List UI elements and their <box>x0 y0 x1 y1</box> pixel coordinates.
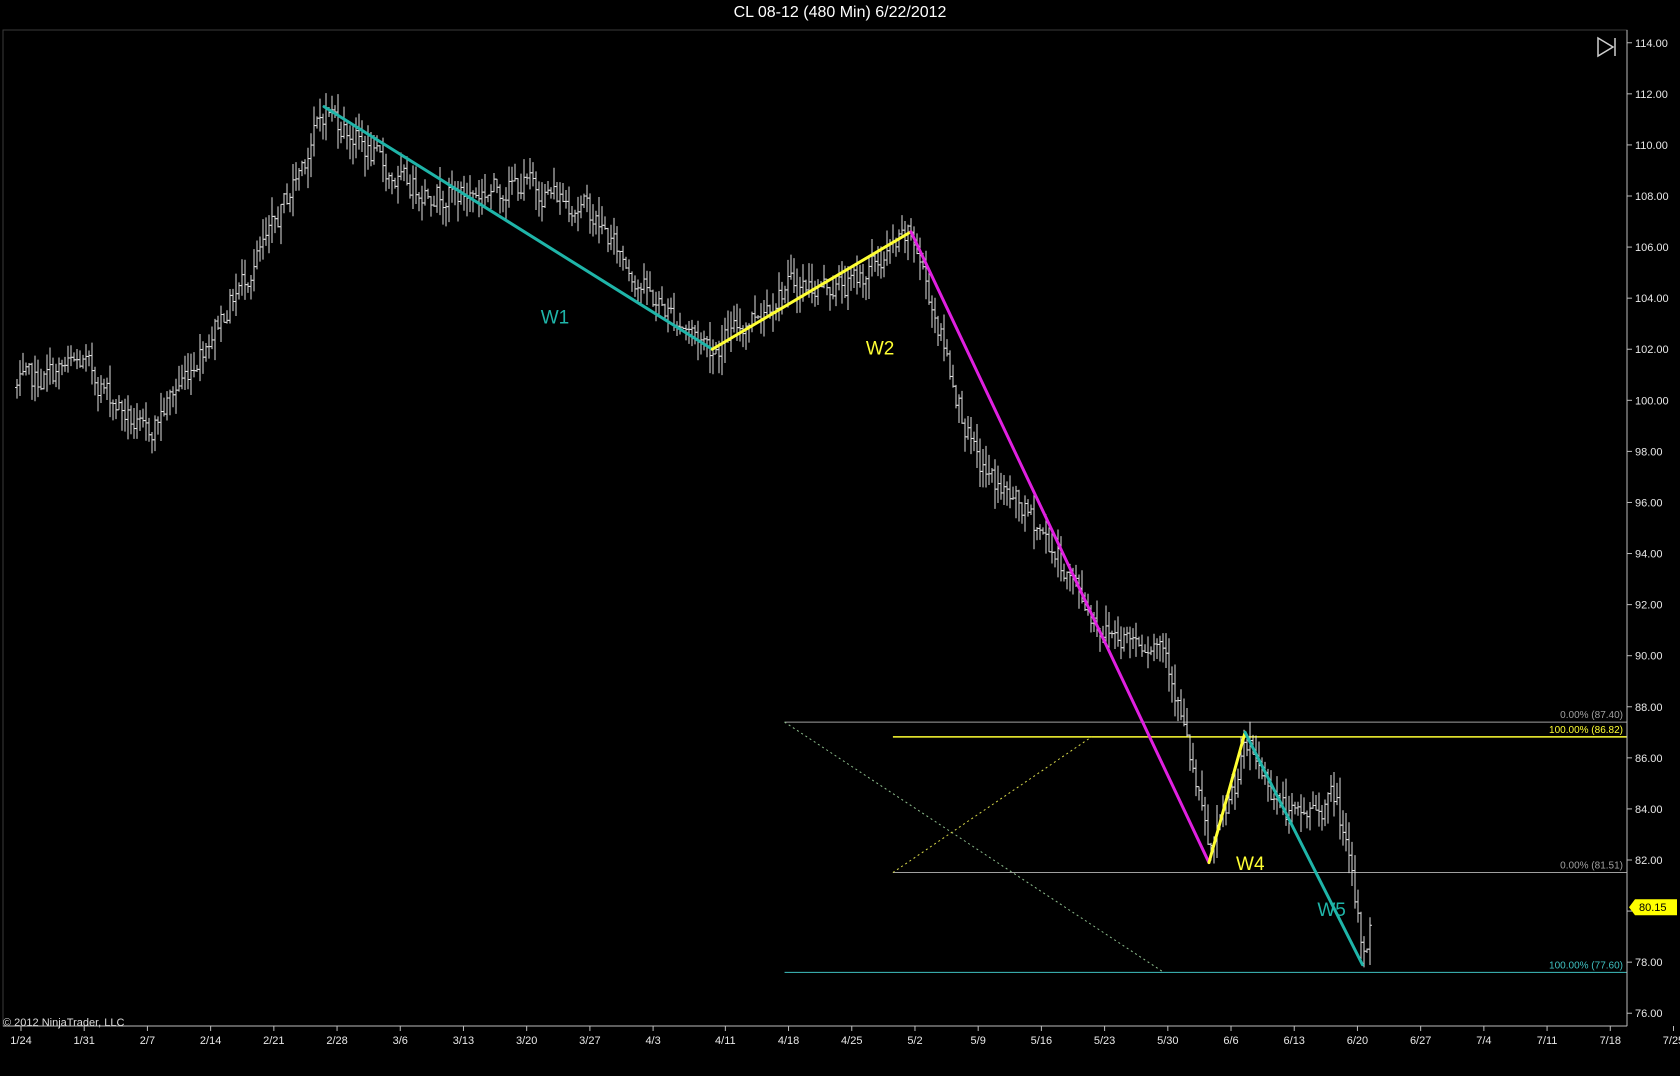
y-tick-label: 86.00 <box>1635 753 1663 765</box>
y-tick-label: 76.00 <box>1635 1008 1663 1020</box>
x-tick-label: 6/20 <box>1347 1035 1368 1047</box>
wave-label: W1 <box>541 308 570 329</box>
x-tick-label: 3/13 <box>453 1035 474 1047</box>
x-tick-label: 5/16 <box>1031 1035 1052 1047</box>
wave-line[interactable] <box>710 230 913 351</box>
x-tick-label: 4/3 <box>645 1035 660 1047</box>
x-tick-label: 5/9 <box>971 1035 986 1047</box>
wave-label: W5 <box>1317 900 1346 921</box>
x-tick-label: 3/27 <box>579 1035 600 1047</box>
fib-level-label: 0.00% (87.40) <box>1560 710 1623 721</box>
x-tick-label: 3/20 <box>516 1035 537 1047</box>
skip-to-end-icon[interactable] <box>1595 35 1619 59</box>
x-tick-label: 7/11 <box>1537 1035 1558 1047</box>
y-tick-label: 110.00 <box>1635 140 1668 152</box>
chart-title: CL 08-12 (480 Min) 6/22/2012 <box>0 0 1680 26</box>
wave-label: W2 <box>866 338 895 359</box>
y-tick-label: 84.00 <box>1635 804 1663 816</box>
plot-border <box>2 29 1628 1027</box>
fib-level-label: 100.00% (77.60) <box>1549 960 1623 971</box>
fib-level-label: 100.00% (86.82) <box>1549 725 1623 736</box>
x-tick-label: 2/14 <box>200 1035 221 1047</box>
fib-level-label: 0.00% (81.51) <box>1560 861 1623 872</box>
elliott-wave-lines[interactable]: W1 W2 W4 W5 <box>322 105 1364 967</box>
y-tick-label: 104.00 <box>1635 293 1669 305</box>
y-tick-label: 102.00 <box>1635 344 1669 356</box>
y-tick-label: 94.00 <box>1635 549 1663 561</box>
fibonacci-extensions: 0.00% (87.40) 100.00% (86.82) 0.00% (81.51… <box>784 710 1627 973</box>
axes: 114.00 112.00 110.00 108.00 106.00 104.00 102.… <box>3 30 1680 1047</box>
x-tick-label: 3/6 <box>393 1035 408 1047</box>
x-tick-label: 2/28 <box>326 1035 347 1047</box>
x-tick-label: 7/18 <box>1600 1035 1621 1047</box>
x-tick-label: 2/21 <box>263 1035 284 1047</box>
x-tick-label: 6/13 <box>1284 1035 1305 1047</box>
y-tick-label: 88.00 <box>1635 702 1663 714</box>
wave-line[interactable] <box>909 230 1211 865</box>
wave-line[interactable] <box>1207 730 1247 865</box>
copyright-notice: © 2012 NinjaTrader, LLC <box>3 1017 125 1029</box>
y-tick-label: 100.00 <box>1635 395 1669 407</box>
x-tick-label: 2/7 <box>140 1035 155 1047</box>
x-tick-label: 6/27 <box>1410 1035 1431 1047</box>
y-tick-label: 114.00 <box>1635 38 1668 50</box>
y-tick-label: 106.00 <box>1635 242 1669 254</box>
x-tick-label: 4/18 <box>778 1035 799 1047</box>
fib-guide-line <box>784 721 1165 973</box>
y-tick-label: 112.00 <box>1635 89 1668 101</box>
y-tick-label: 90.00 <box>1635 651 1663 663</box>
y-tick-label: 108.00 <box>1635 191 1669 203</box>
price-chart[interactable]: 0.00% (87.40) 100.00% (86.82) 0.00% (81.51… <box>0 26 1680 1076</box>
wave-label: W4 <box>1236 854 1265 875</box>
x-tick-label: 4/25 <box>841 1035 862 1047</box>
chart-frame <box>2 29 1628 1027</box>
x-tick-label: 5/23 <box>1094 1035 1115 1047</box>
x-tick-label: 1/31 <box>73 1035 94 1047</box>
y-tick-label: 78.00 <box>1635 957 1663 969</box>
last-price-label: 80.15 <box>1639 902 1667 914</box>
y-tick-label: 82.00 <box>1635 855 1663 867</box>
wave-line[interactable] <box>1243 730 1364 967</box>
y-tick-label: 98.00 <box>1635 446 1663 458</box>
x-tick-label: 7/25 <box>1663 1035 1680 1047</box>
x-tick-label: 7/4 <box>1476 1035 1491 1047</box>
ohlc-bars <box>15 93 1372 968</box>
y-tick-label: 92.00 <box>1635 600 1663 612</box>
x-tick-label: 5/30 <box>1157 1035 1178 1047</box>
x-tick-label: 4/11 <box>715 1035 736 1047</box>
fib-guide-line <box>892 736 1092 873</box>
y-tick-label: 96.00 <box>1635 497 1663 509</box>
wave-line[interactable] <box>322 105 714 351</box>
x-tick-label: 6/6 <box>1223 1035 1238 1047</box>
x-tick-label: 5/2 <box>907 1035 922 1047</box>
x-tick-label: 1/24 <box>10 1035 31 1047</box>
